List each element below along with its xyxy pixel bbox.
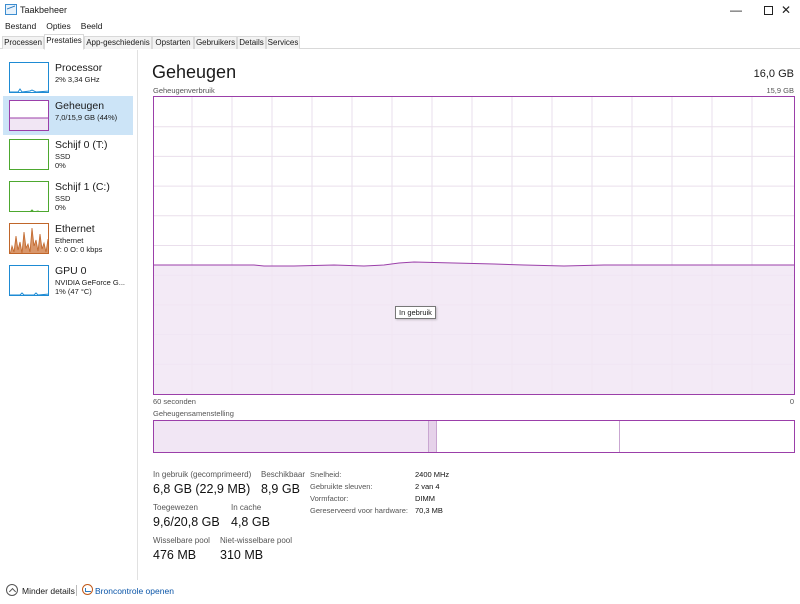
menu-bar: Bestand Opties Beeld: [0, 20, 108, 33]
tab-services[interactable]: Services: [266, 36, 300, 49]
composition-in-use[interactable]: [154, 421, 429, 452]
usage-chart-max: 15,9 GB: [766, 86, 794, 95]
sidebar-item-detail: 0%: [55, 203, 66, 212]
paged-pool-label: Wisselbare pool: [153, 536, 210, 545]
memory-usage-area: [154, 262, 794, 394]
composition-modified[interactable]: [429, 421, 437, 452]
less-details-button[interactable]: Minder details: [22, 586, 75, 596]
disk-graph-icon: [9, 139, 49, 170]
sidebar-item-geheugen[interactable]: Geheugen 7,0/15,9 GB (44%): [3, 96, 133, 135]
sidebar-item-title: Geheugen: [55, 100, 105, 112]
open-resource-monitor-link[interactable]: Broncontrole openen: [95, 586, 174, 596]
minimize-button[interactable]: —: [720, 0, 752, 20]
memory-usage-chart[interactable]: [153, 96, 795, 395]
chart-tooltip: In gebruik: [395, 306, 436, 319]
sidebar-item-type: Ethernet: [55, 236, 84, 245]
cached-label: In cache: [231, 503, 262, 512]
tab-prestaties[interactable]: Prestaties: [44, 34, 84, 50]
chart-time-end: 0: [789, 397, 794, 406]
tab-details[interactable]: Details: [237, 36, 266, 49]
sidebar-item-processor[interactable]: Processor 2% 3,34 GHz: [3, 58, 133, 97]
network-graph-icon: [9, 223, 49, 254]
page-title: Geheugen: [152, 62, 237, 82]
in-use-label: In gebruik (gecomprimeerd): [153, 470, 252, 479]
task-manager-icon: [5, 4, 17, 15]
tab-processen[interactable]: Processen: [2, 36, 44, 49]
sidebar-item-schijf-1[interactable]: Schijf 1 (C:) SSD 0%: [3, 177, 133, 216]
cached-value: 4,8 GB: [231, 515, 270, 529]
available-label: Beschikbaar: [261, 470, 306, 479]
memory-graph-icon: [9, 100, 49, 131]
chart-time-start: 60 seconden: [153, 397, 196, 406]
committed-label: Toegewezen: [153, 503, 198, 512]
sidebar-item-ethernet[interactable]: Ethernet Ethernet V: 0 O: 0 kbps: [3, 219, 133, 258]
memory-total: 16,0 GB: [753, 68, 794, 80]
slots-value: 2 van 4: [415, 482, 440, 491]
nonpaged-pool-label: Niet-wisselbare pool: [220, 536, 293, 545]
sidebar-item-detail: 1% (47 °C): [55, 287, 92, 296]
sidebar-item-detail: V: 0 O: 0 kbps: [55, 245, 103, 254]
tab-app-geschiedenis[interactable]: App-geschiedenis: [84, 36, 152, 49]
menu-bestand[interactable]: Bestand: [0, 20, 41, 33]
sidebar-item-gpu-0[interactable]: GPU 0 NVIDIA GeForce G... 1% (47 °C): [3, 261, 133, 300]
sidebar-item-type: SSD: [55, 194, 71, 203]
sidebar-item-type: SSD: [55, 152, 71, 161]
footer-bar: Minder details Broncontrole openen: [0, 580, 800, 604]
sidebar-item-title: Schijf 0 (T:): [55, 139, 108, 151]
nonpaged-pool-value: 310 MB: [220, 548, 264, 562]
sidebar-item-type: NVIDIA GeForce G...: [55, 278, 126, 287]
available-value: 8,9 GB: [261, 482, 300, 496]
window-title: Taakbeheer: [20, 5, 68, 15]
memory-composition-bar[interactable]: [153, 420, 795, 453]
sidebar-item-detail: 7,0/15,9 GB (44%): [55, 113, 118, 122]
composition-label: Geheugensamenstelling: [153, 409, 234, 418]
tab-gebruikers[interactable]: Gebruikers: [194, 36, 237, 49]
usage-chart-label: Geheugenverbruik: [153, 86, 215, 95]
form-factor-value: DIMM: [415, 494, 435, 503]
committed-value: 9,6/20,8 GB: [153, 515, 220, 529]
speed-value: 2400 MHz: [415, 470, 450, 479]
sidebar-item-schijf-0[interactable]: Schijf 0 (T:) SSD 0%: [3, 135, 133, 174]
tab-opstarten[interactable]: Opstarten: [152, 36, 194, 49]
sidebar-item-detail: 2% 3,34 GHz: [55, 75, 100, 84]
gpu-graph-icon: [9, 265, 49, 296]
resource-sidebar: Processor 2% 3,34 GHz Geheugen 7,0/15,9 …: [0, 50, 138, 580]
chevron-up-icon[interactable]: [6, 584, 18, 596]
sidebar-item-title: Ethernet: [55, 223, 95, 235]
speed-label: Snelheid:: [310, 470, 342, 479]
sidebar-item-title: Processor: [55, 62, 103, 74]
tab-bar: Processen Prestaties App-geschiedenis Op…: [0, 34, 800, 50]
in-use-value: 6,8 GB (22,9 MB): [153, 482, 251, 496]
resource-monitor-icon[interactable]: [82, 584, 93, 595]
footer-divider: [76, 585, 77, 596]
cpu-graph-icon: [9, 62, 49, 93]
sidebar-item-title: Schijf 1 (C:): [55, 181, 110, 193]
sidebar-item-title: GPU 0: [55, 265, 87, 277]
title-bar: Taakbeheer — ✕: [0, 0, 800, 20]
composition-standby[interactable]: [437, 421, 620, 452]
disk-graph-icon: [9, 181, 49, 212]
sidebar-item-detail: 0%: [55, 161, 66, 170]
hardware-reserved-value: 70,3 MB: [415, 506, 443, 515]
composition-free[interactable]: [620, 421, 794, 452]
slots-label: Gebruikte sleuven:: [310, 482, 373, 491]
menu-beeld[interactable]: Beeld: [76, 20, 108, 33]
menu-opties[interactable]: Opties: [41, 20, 76, 33]
close-button[interactable]: ✕: [772, 0, 800, 20]
hardware-reserved-label: Gereserveerd voor hardware:: [310, 506, 408, 515]
paged-pool-value: 476 MB: [153, 548, 197, 562]
form-factor-label: Vormfactor:: [310, 494, 349, 503]
